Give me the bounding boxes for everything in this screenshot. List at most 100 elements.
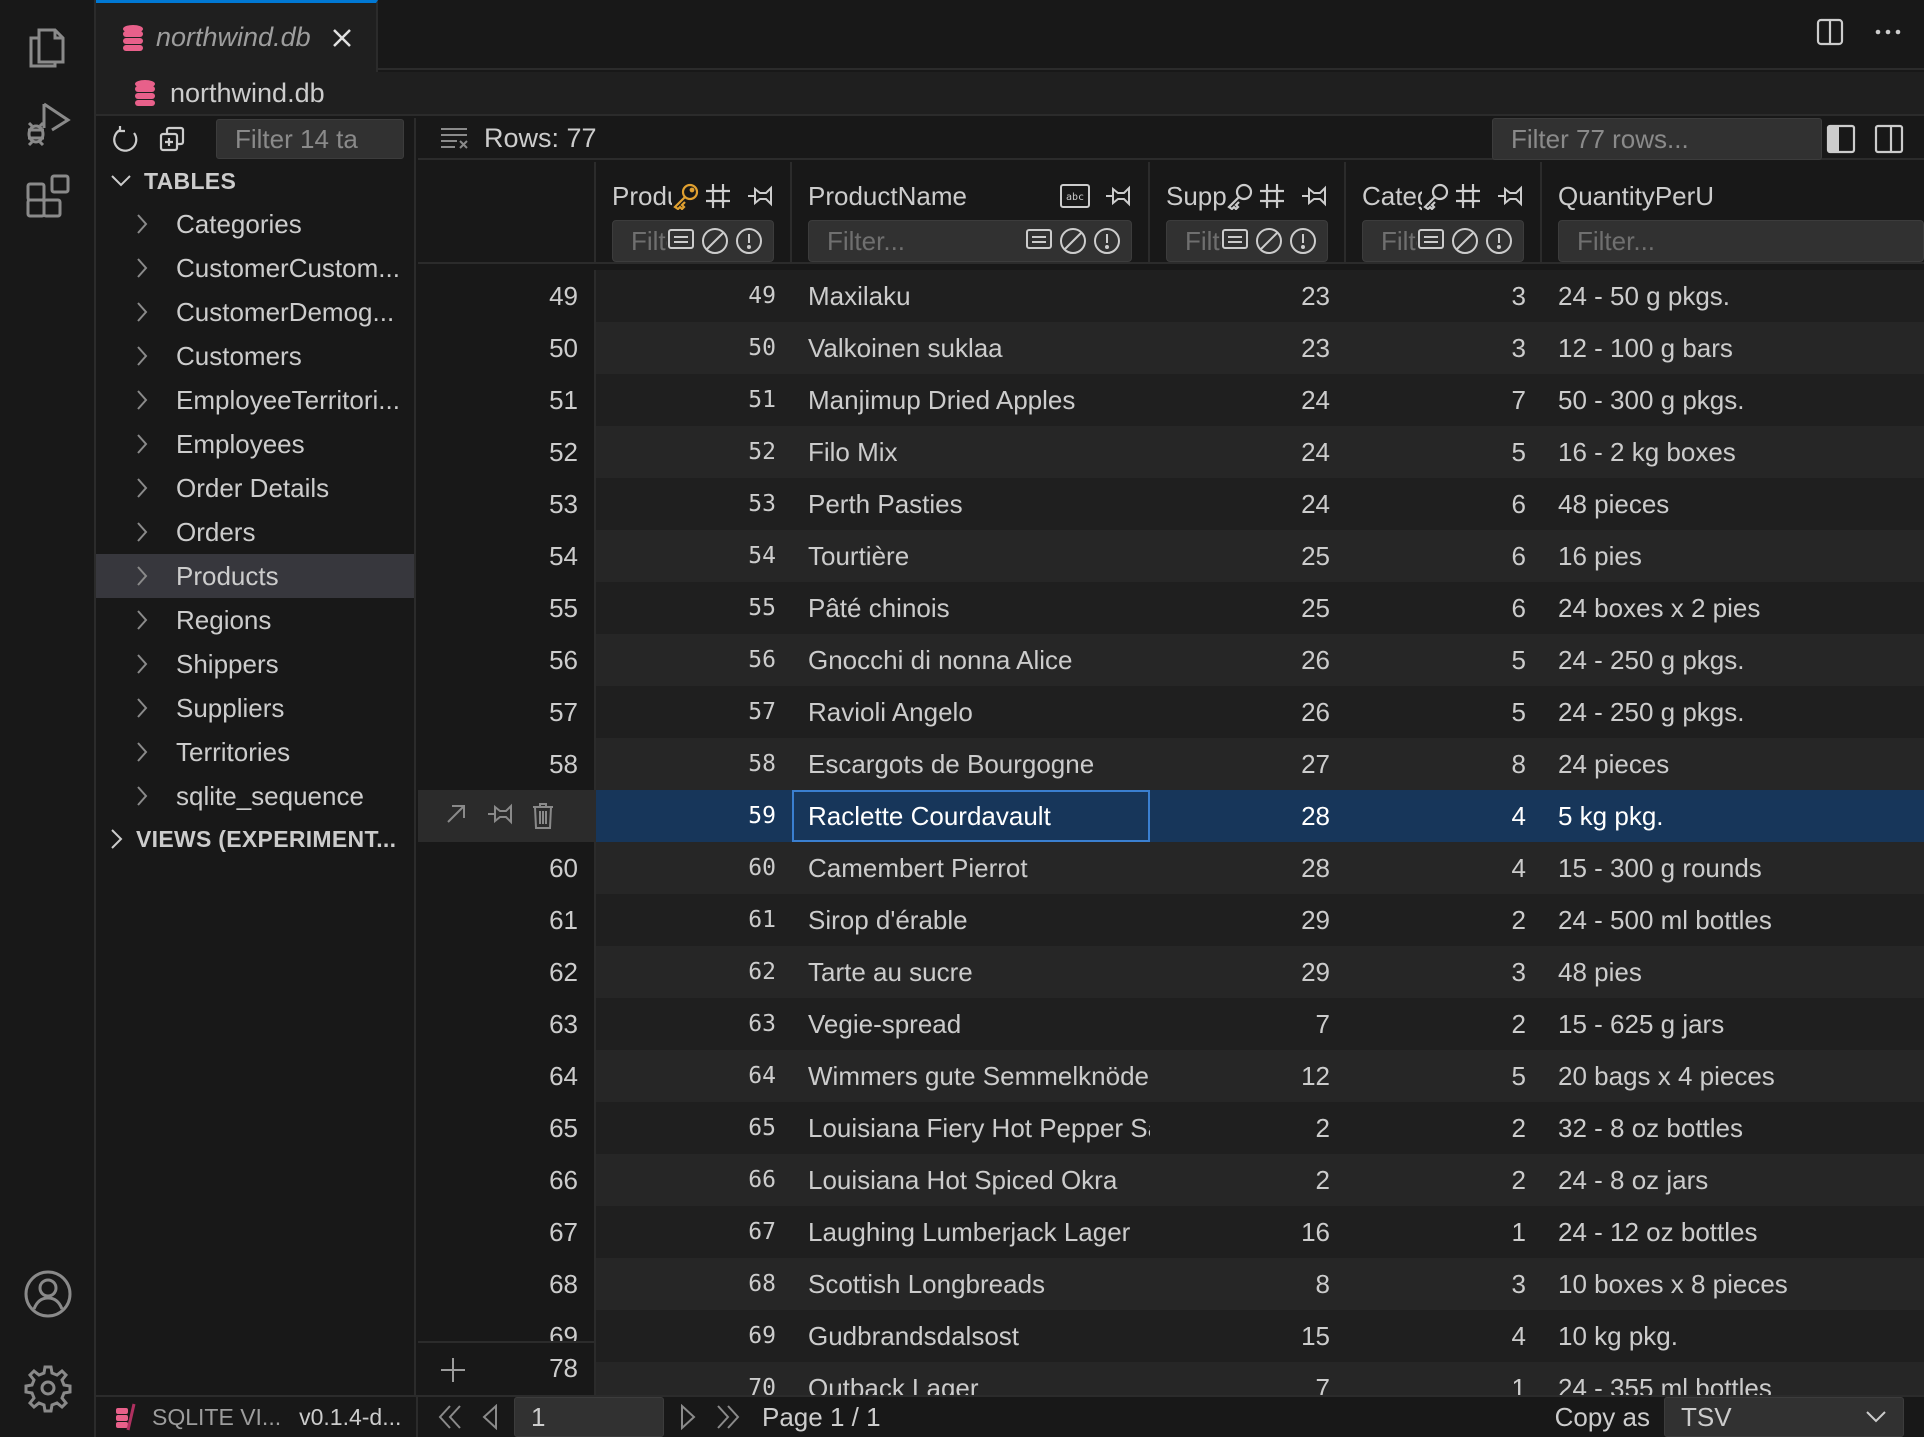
table-row[interactable]: 67 67 Laughing Lumberjack Lager 16 1 24 - 12 … [418, 1206, 1924, 1258]
product-id-cell[interactable]: 67 [596, 1206, 792, 1258]
category-id-cell[interactable]: 3 [1346, 1258, 1542, 1310]
split-editor-icon[interactable] [1816, 18, 1844, 46]
quantity-per-unit-cell[interactable]: 24 pieces [1542, 738, 1924, 790]
sidebar-table-item[interactable]: Products [96, 554, 414, 598]
column-header[interactable]: Produ... Filter... [596, 162, 792, 262]
supplier-id-cell[interactable]: 29 [1150, 894, 1346, 946]
quantity-per-unit-cell[interactable]: 24 - 250 g pkgs. [1542, 634, 1924, 686]
category-id-cell[interactable]: 1 [1346, 1362, 1542, 1395]
filter-mode-text-icon[interactable] [1417, 227, 1445, 251]
pin-column-icon[interactable] [1104, 184, 1132, 208]
category-id-cell[interactable]: 2 [1346, 1102, 1542, 1154]
filter-null-icon[interactable] [1059, 227, 1087, 255]
product-id-cell[interactable]: 54 [596, 530, 792, 582]
filter-mode-text-icon[interactable] [1221, 227, 1249, 251]
clear-sort-icon[interactable] [440, 127, 470, 149]
quantity-per-unit-cell[interactable]: 24 - 500 ml bottles [1542, 894, 1924, 946]
supplier-id-cell[interactable]: 2 [1150, 1154, 1346, 1206]
quantity-per-unit-cell[interactable]: 48 pieces [1542, 478, 1924, 530]
table-filter-input[interactable]: Filter 14 ta [216, 119, 404, 159]
product-name-cell[interactable]: Filo Mix [792, 426, 1150, 478]
supplier-id-cell[interactable]: 2 [1150, 1102, 1346, 1154]
sidebar-table-item[interactable]: Customers [96, 334, 414, 378]
product-name-cell[interactable]: Scottish Longbreads [792, 1258, 1150, 1310]
tab-northwind-db[interactable]: northwind.db [96, 0, 378, 72]
filter-error-icon[interactable] [1093, 227, 1121, 255]
supplier-id-cell[interactable]: 27 [1150, 738, 1346, 790]
table-row[interactable]: 7070Outback Lager7124 - 355 ml bottles [418, 1362, 1924, 1395]
category-id-cell[interactable]: 3 [1346, 322, 1542, 374]
filter-error-icon[interactable] [735, 227, 763, 255]
supplier-id-cell[interactable]: 24 [1150, 374, 1346, 426]
extension-status[interactable]: SQLITE VI... v0.1.4-d... [96, 1397, 418, 1437]
split-layout-icon[interactable] [1874, 124, 1904, 154]
supplier-id-cell[interactable]: 7 [1150, 1362, 1346, 1395]
product-id-cell[interactable]: 53 [596, 478, 792, 530]
refresh-icon[interactable] [112, 125, 140, 153]
collapse-all-icon[interactable] [158, 125, 186, 153]
supplier-id-cell[interactable]: 28 [1150, 790, 1346, 842]
product-id-cell[interactable]: 50 [596, 322, 792, 374]
column-header[interactable]: Suppli... Filter... [1150, 162, 1346, 262]
supplier-id-cell[interactable]: 25 [1150, 582, 1346, 634]
product-id-cell[interactable]: 56 [596, 634, 792, 686]
column-header[interactable]: Categ... Filter... [1346, 162, 1542, 262]
quantity-per-unit-cell[interactable]: 15 - 625 g jars [1542, 998, 1924, 1050]
previous-page-icon[interactable] [480, 1404, 500, 1430]
first-page-icon[interactable] [436, 1404, 466, 1430]
table-row[interactable]: 51 51 Manjimup Dried Apples 24 7 50 - 300 g p… [418, 374, 1924, 426]
table-row[interactable]: 64 64 Wimmers gute Semmelknödel 12 5 20 bags … [418, 1050, 1924, 1102]
quantity-per-unit-cell[interactable]: 24 - 8 oz jars [1542, 1154, 1924, 1206]
product-name-cell[interactable]: Tarte au sucre [792, 946, 1150, 998]
sidebar-table-item[interactable]: Employees [96, 422, 414, 466]
product-id-cell[interactable]: 63 [596, 998, 792, 1050]
product-id-cell[interactable]: 52 [596, 426, 792, 478]
table-row[interactable]: 66 66 Louisiana Hot Spiced Okra 2 2 24 - 8 oz… [418, 1154, 1924, 1206]
table-row[interactable]: 49 49 Maxilaku 23 3 24 - 50 g pkgs. [418, 270, 1924, 322]
sidebar-table-item[interactable]: Territories [96, 730, 414, 774]
product-id-cell[interactable]: 64 [596, 1050, 792, 1102]
next-page-icon[interactable] [678, 1404, 698, 1430]
product-id-cell[interactable]: 70 [596, 1362, 792, 1395]
sidebar-table-item[interactable]: Suppliers [96, 686, 414, 730]
table-row[interactable]: 61 61 Sirop d'érable 29 2 24 - 500 ml bottles [418, 894, 1924, 946]
table-row[interactable]: 59 Raclette Courdavault 28 4 5 kg pkg. [418, 790, 1924, 842]
product-name-cell[interactable]: Manjimup Dried Apples [792, 374, 1150, 426]
table-row[interactable]: 68 68 Scottish Longbreads 8 3 10 boxes x 8 pi… [418, 1258, 1924, 1310]
pin-column-icon[interactable] [746, 184, 774, 208]
category-id-cell[interactable]: 5 [1346, 426, 1542, 478]
category-id-cell[interactable]: 6 [1346, 530, 1542, 582]
product-id-cell[interactable]: 60 [596, 842, 792, 894]
run-debug-icon[interactable] [20, 96, 76, 152]
supplier-id-cell[interactable]: 24 [1150, 478, 1346, 530]
table-row[interactable]: 62 62 Tarte au sucre 29 3 48 pies [418, 946, 1924, 998]
product-name-cell[interactable]: Ravioli Angelo [792, 686, 1150, 738]
column-filter-input[interactable]: Filter... [1166, 220, 1328, 262]
table-row[interactable]: 54 54 Tourtière 25 6 16 pies [418, 530, 1924, 582]
filter-mode-text-icon[interactable] [667, 227, 695, 251]
page-number-input[interactable]: 1 [514, 1397, 664, 1437]
supplier-id-cell[interactable]: 26 [1150, 686, 1346, 738]
sidebar-table-item[interactable]: Categories [96, 202, 414, 246]
sidebar-table-item[interactable]: Regions [96, 598, 414, 642]
category-id-cell[interactable]: 4 [1346, 790, 1542, 842]
product-id-cell[interactable]: 66 [596, 1154, 792, 1206]
product-name-cell[interactable]: Wimmers gute Semmelknödel [792, 1050, 1150, 1102]
product-id-cell[interactable]: 65 [596, 1102, 792, 1154]
filter-null-icon[interactable] [1451, 227, 1479, 255]
supplier-id-cell[interactable]: 12 [1150, 1050, 1346, 1102]
close-icon[interactable] [329, 25, 355, 51]
product-name-cell[interactable]: Raclette Courdavault [792, 790, 1150, 842]
filter-null-icon[interactable] [701, 227, 729, 255]
sidebar-table-item[interactable]: CustomerDemog... [96, 290, 414, 334]
quantity-per-unit-cell[interactable]: 16 - 2 kg boxes [1542, 426, 1924, 478]
table-row[interactable]: 52 52 Filo Mix 24 5 16 - 2 kg boxes [418, 426, 1924, 478]
category-id-cell[interactable]: 7 [1346, 374, 1542, 426]
product-name-cell[interactable]: Louisiana Hot Spiced Okra [792, 1154, 1150, 1206]
filter-null-icon[interactable] [1255, 227, 1283, 255]
account-icon[interactable] [20, 1266, 76, 1322]
sidebar-table-item[interactable]: Order Details [96, 466, 414, 510]
product-id-cell[interactable]: 58 [596, 738, 792, 790]
product-id-cell[interactable]: 55 [596, 582, 792, 634]
column-header[interactable]: QuantityPerU Filter... [1542, 162, 1924, 262]
